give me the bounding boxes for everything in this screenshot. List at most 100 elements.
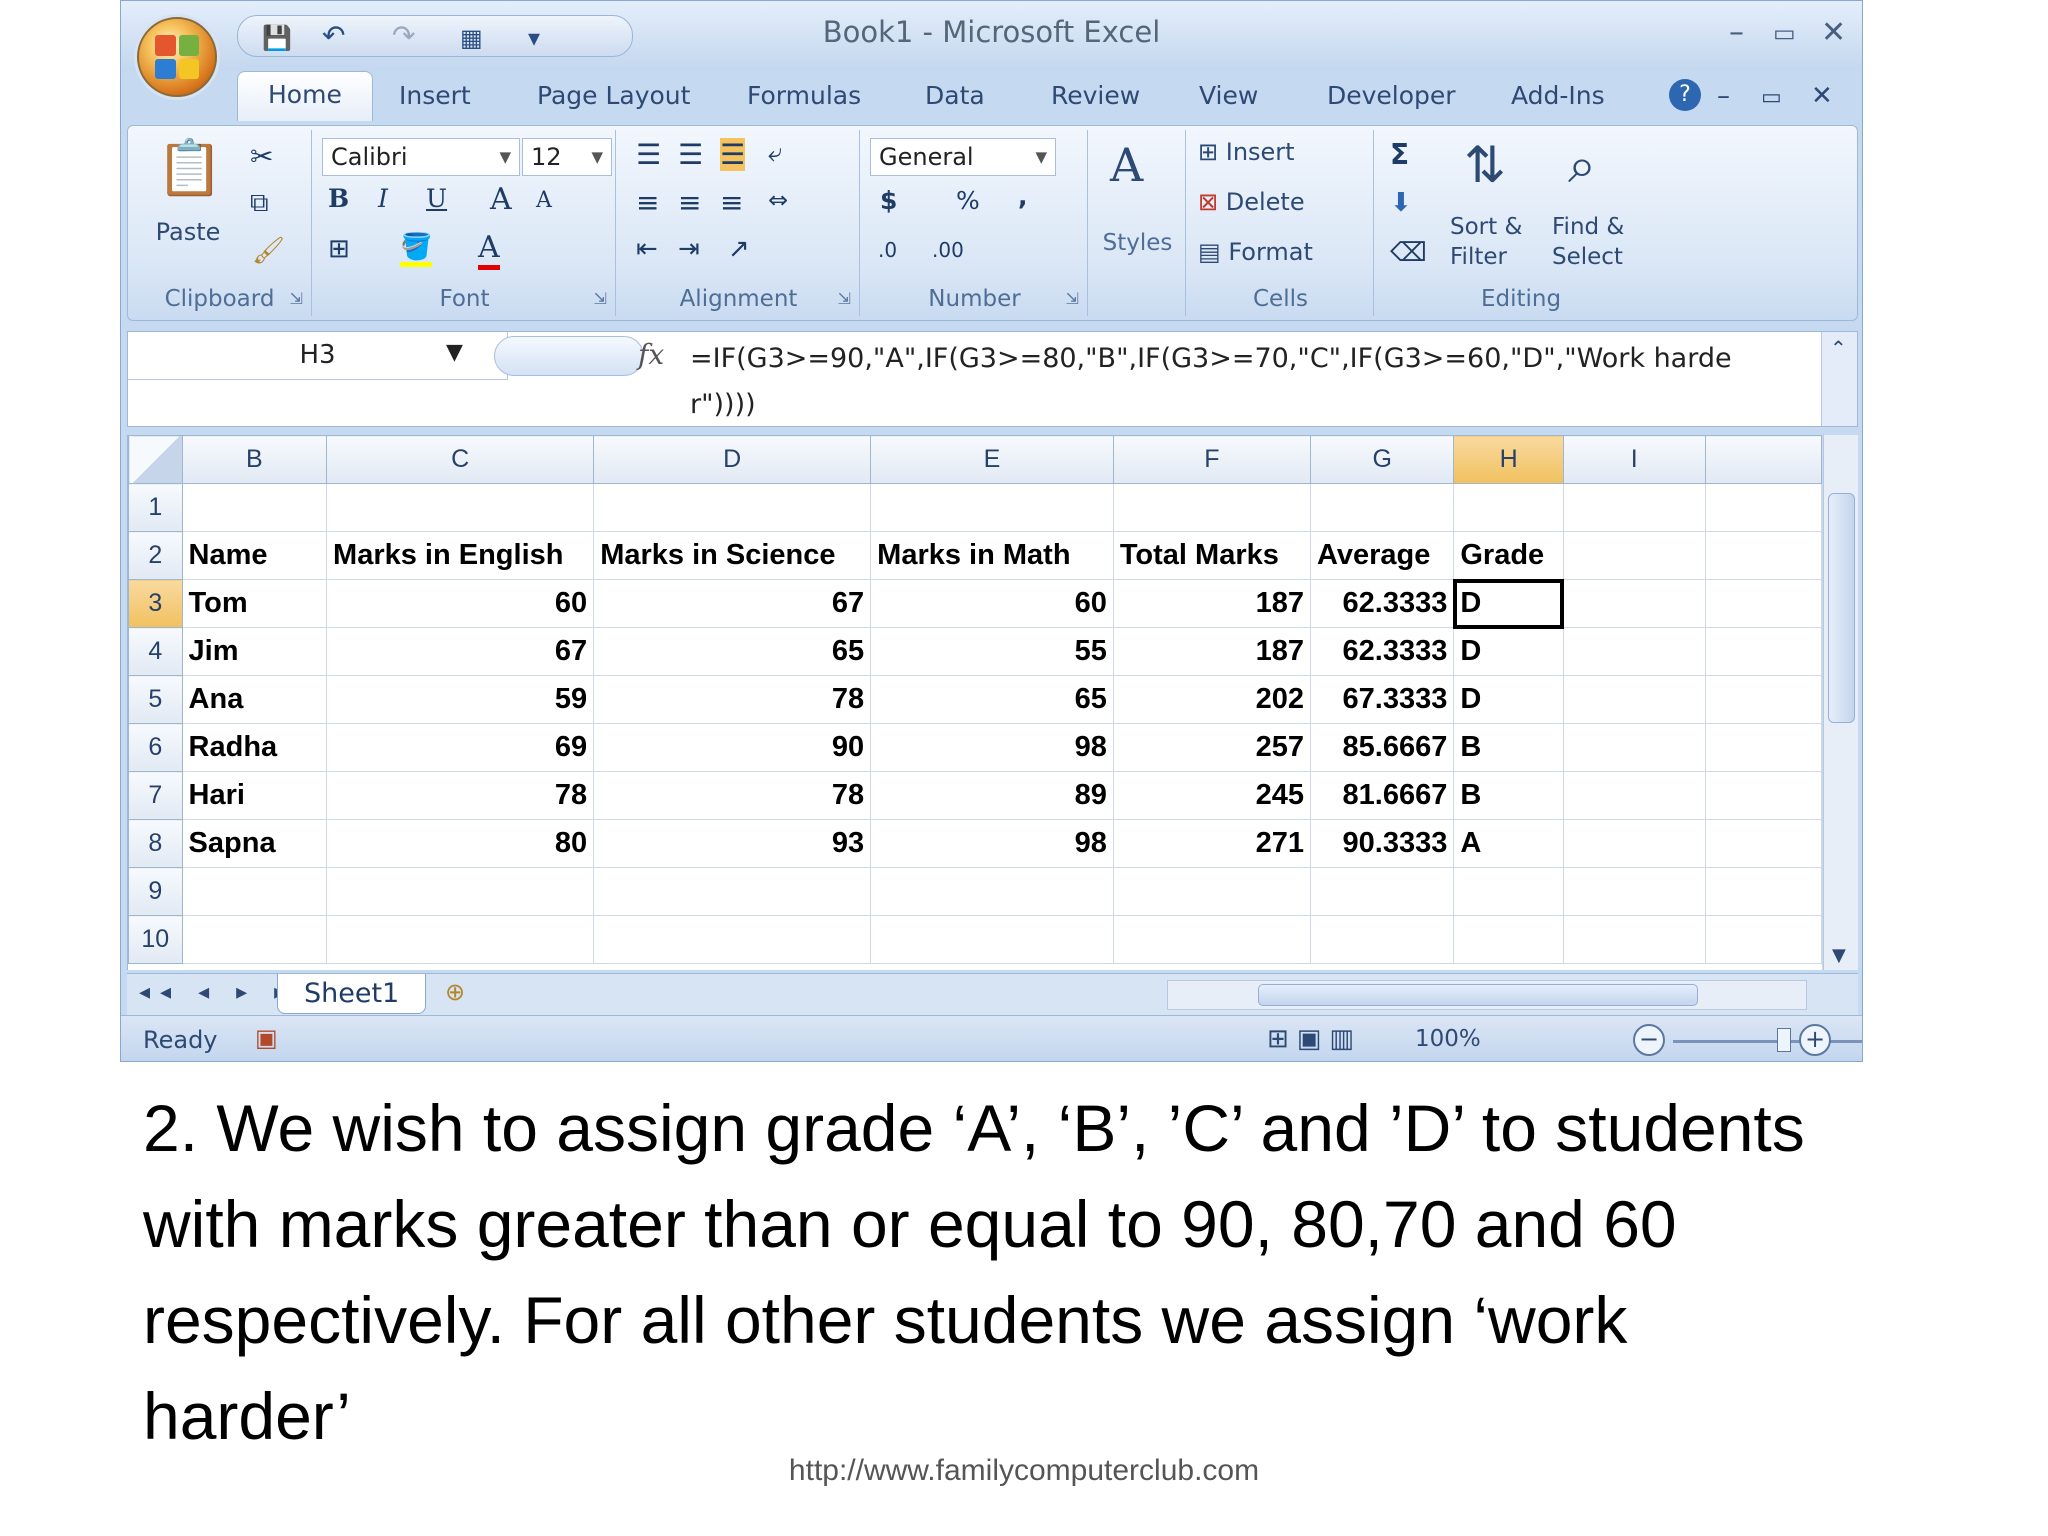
increase-indent-icon[interactable]: ⇥ (678, 234, 700, 264)
cell[interactable] (870, 867, 1114, 916)
underline-button[interactable]: U (426, 184, 447, 213)
tab-formulas[interactable]: Formulas (747, 81, 861, 110)
horizontal-scrollbar[interactable] (1167, 980, 1807, 1010)
cell[interactable]: Name (181, 531, 328, 580)
insert-function-icon[interactable]: fx (638, 338, 664, 371)
cell[interactable] (1562, 867, 1706, 916)
cell[interactable]: 67 (593, 579, 872, 628)
align-left-icon[interactable]: ≡ (636, 186, 659, 219)
horizontal-scroll-thumb[interactable] (1258, 984, 1698, 1006)
align-center-icon[interactable]: ≡ (678, 186, 701, 219)
styles-label[interactable]: Styles (1090, 230, 1185, 256)
cell[interactable]: 89 (870, 771, 1114, 820)
styles-icon[interactable]: A (1110, 138, 1143, 192)
cell[interactable]: D (1453, 627, 1564, 676)
cell[interactable] (326, 483, 595, 532)
insert-sheet-icon[interactable]: ⊕ (445, 978, 465, 1006)
zoom-in-button[interactable]: + (1799, 1024, 1831, 1056)
cell[interactable]: 81.6667 (1309, 771, 1455, 820)
copy-icon[interactable]: ⧉ (250, 188, 269, 219)
customize-qat-icon[interactable]: ▾ (528, 24, 540, 52)
column-header[interactable]: H (1453, 435, 1564, 484)
shrink-font-button[interactable]: A (536, 188, 552, 213)
cell[interactable] (326, 867, 595, 916)
comma-button[interactable]: , (1018, 182, 1028, 211)
cell[interactable] (1112, 915, 1311, 964)
cell[interactable]: A (1453, 819, 1564, 868)
fill-color-icon[interactable]: 🪣 (400, 232, 433, 267)
cell[interactable] (181, 867, 328, 916)
formula-input[interactable]: =IF(G3>=90,"A",IF(G3>=80,"B",IF(G3>=70,"… (690, 336, 1790, 428)
find-select-label-2[interactable]: Select (1552, 244, 1623, 270)
print-preview-icon[interactable]: ▦ (460, 24, 483, 52)
scroll-down-icon[interactable]: ▼ (1832, 945, 1846, 966)
font-size-select[interactable]: 12 ▼ (522, 138, 612, 176)
column-header[interactable] (1704, 435, 1822, 484)
formula-bar-expand[interactable]: ⌃ (1821, 332, 1857, 426)
cell[interactable] (1112, 483, 1311, 532)
select-all-corner[interactable] (128, 435, 183, 484)
cell[interactable]: 78 (326, 771, 595, 820)
increase-decimal-button[interactable]: .0 (878, 238, 897, 262)
tab-data[interactable]: Data (925, 81, 985, 110)
cell[interactable] (1704, 915, 1822, 964)
cell[interactable] (1704, 867, 1822, 916)
doc-minimize-button[interactable]: – (1717, 81, 1730, 111)
cell[interactable] (1562, 531, 1706, 580)
cell[interactable]: Sapna (181, 819, 328, 868)
close-button[interactable]: ✕ (1821, 15, 1846, 50)
cell[interactable]: Grade (1453, 531, 1564, 580)
tab-insert[interactable]: Insert (399, 81, 471, 110)
cut-icon[interactable]: ✂ (250, 140, 273, 173)
cell[interactable]: Average (1309, 531, 1455, 580)
cell[interactable]: 60 (326, 579, 595, 628)
cell[interactable]: 78 (593, 771, 872, 820)
cell[interactable]: 257 (1112, 723, 1311, 772)
cell[interactable]: 67 (326, 627, 595, 676)
row-header[interactable]: 4 (128, 627, 183, 676)
row-header[interactable]: 1 (128, 483, 183, 532)
row-header[interactable]: 7 (128, 771, 183, 820)
merge-center-icon[interactable]: ⇔ (768, 186, 788, 214)
format-cells-button[interactable]: ▤ Format (1198, 238, 1313, 266)
zoom-slider[interactable] (1673, 1040, 1862, 1043)
cell[interactable]: D (1453, 675, 1564, 724)
help-icon[interactable]: ? (1669, 79, 1701, 111)
cell[interactable]: 245 (1112, 771, 1311, 820)
cell[interactable]: 65 (870, 675, 1114, 724)
name-box-dropdown-icon[interactable]: ▼ (446, 340, 463, 365)
orientation-icon[interactable]: ↗ (728, 234, 750, 264)
cell[interactable]: 98 (870, 819, 1114, 868)
redo-icon[interactable]: ↷ (392, 19, 415, 52)
column-header[interactable]: B (181, 435, 328, 484)
save-icon[interactable]: 💾 (262, 24, 292, 52)
cell[interactable] (1562, 723, 1706, 772)
cell[interactable] (181, 915, 328, 964)
cell[interactable]: B (1453, 723, 1564, 772)
tab-developer[interactable]: Developer (1327, 81, 1456, 110)
currency-button[interactable]: $ (880, 186, 897, 215)
cell[interactable] (1112, 867, 1311, 916)
delete-cells-button[interactable]: ⊠ Delete (1198, 188, 1305, 216)
cell[interactable] (1704, 723, 1822, 772)
number-launcher-icon[interactable]: ⇲ (1066, 289, 1079, 308)
sort-filter-icon[interactable]: ⇅ (1464, 136, 1506, 194)
zoom-slider-thumb[interactable] (1777, 1028, 1791, 1052)
column-header[interactable]: F (1112, 435, 1311, 484)
column-header[interactable]: D (593, 435, 872, 484)
view-buttons[interactable]: ⊞▣▥ (1267, 1024, 1362, 1054)
clear-icon[interactable]: ⌫ (1390, 238, 1427, 268)
cell[interactable]: 78 (593, 675, 872, 724)
cell[interactable] (1704, 675, 1822, 724)
cell[interactable] (326, 915, 595, 964)
decrease-decimal-button[interactable]: .00 (932, 238, 964, 262)
office-button[interactable] (137, 17, 217, 97)
tab-view[interactable]: View (1199, 81, 1258, 110)
formula-bar-divider[interactable] (494, 336, 644, 376)
cell[interactable] (1309, 483, 1455, 532)
row-header[interactable]: 6 (128, 723, 183, 772)
cell[interactable] (1562, 915, 1706, 964)
cell[interactable] (1309, 867, 1455, 916)
cell[interactable]: 187 (1112, 579, 1311, 628)
cell[interactable] (870, 483, 1114, 532)
